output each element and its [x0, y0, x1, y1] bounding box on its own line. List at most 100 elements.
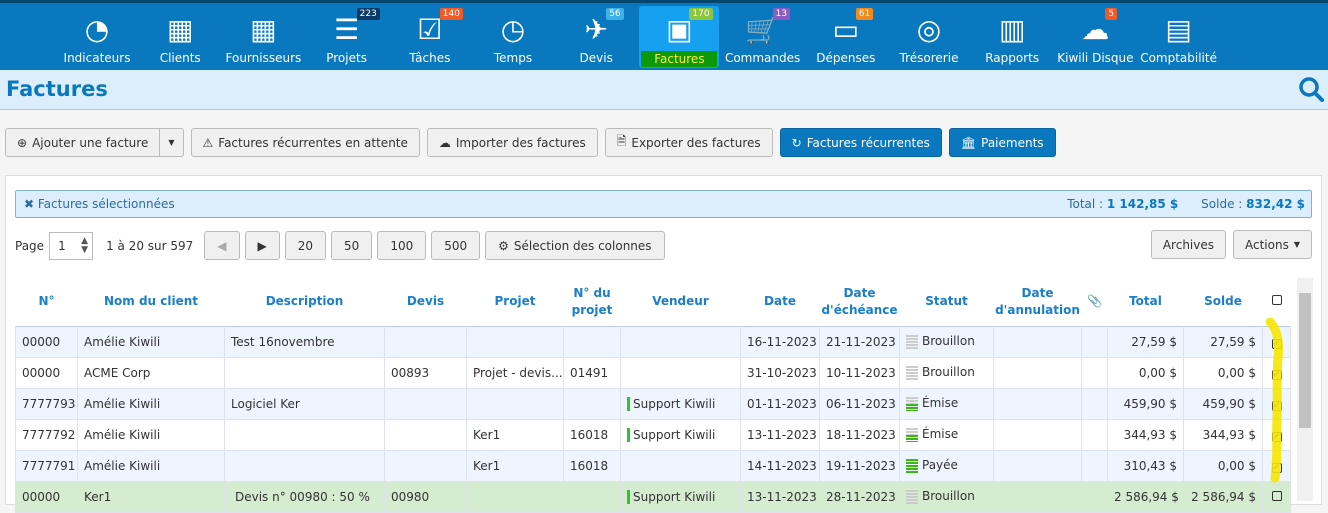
nav-item-projets[interactable]: ☰ 223 Projets: [307, 6, 387, 68]
column-selection-button[interactable]: ⚙ Sélection des colonnes: [485, 231, 665, 260]
column-header[interactable]: N° du projet: [564, 278, 621, 326]
column-header[interactable]: 📎: [1082, 278, 1108, 326]
row-checkbox[interactable]: ✔: [1271, 462, 1282, 473]
recurring-button[interactable]: ↻ Factures récurrentes: [779, 128, 942, 157]
row-checkbox[interactable]: ✔: [1271, 400, 1282, 411]
select-all-checkbox[interactable]: [1271, 295, 1282, 306]
row-checkbox[interactable]: ✔: [1271, 431, 1282, 442]
nav-label: Devis: [579, 51, 613, 65]
nav-item-temps[interactable]: ◷ Temps: [473, 6, 553, 68]
page-size-50[interactable]: 50: [331, 231, 373, 260]
cell-nprojet: [563, 480, 621, 513]
cell-statut: Brouillon: [899, 356, 994, 389]
cell-date: 13-11-2023: [740, 480, 820, 513]
archives-button[interactable]: Archives: [1150, 230, 1226, 259]
cell-desc: Test 16novembre: [224, 325, 385, 358]
nav-badge: 170: [689, 8, 713, 20]
column-header[interactable]: Description: [225, 278, 385, 326]
search-icon[interactable]: [1298, 76, 1324, 102]
column-header[interactable]: Devis: [385, 278, 467, 326]
actions-button[interactable]: Actions ▼: [1233, 230, 1312, 259]
nav-item-indicateurs[interactable]: ◔ Indicateurs: [57, 6, 137, 68]
cell-select[interactable]: ✔: [1262, 418, 1291, 451]
status-label: Émise: [922, 396, 959, 411]
cell-select[interactable]: ✔: [1262, 356, 1291, 389]
cell-vendeur: [620, 356, 741, 389]
stepper-arrows-icon[interactable]: ▲ ▼: [81, 236, 88, 255]
cell-devis: [384, 325, 467, 358]
status-label: Émise: [922, 427, 959, 442]
export-button[interactable]: 🗎 Exporter des factures: [604, 128, 773, 157]
cell-select[interactable]: ✔: [1262, 387, 1291, 420]
add-invoice-dropdown[interactable]: ▼: [160, 128, 184, 157]
add-invoice-label: Ajouter une facture: [32, 135, 149, 150]
table-row[interactable]: 7777791 Amélie Kiwili Ker1 16018 14-11-2023 1…: [15, 449, 1291, 482]
column-header[interactable]: Solde: [1184, 278, 1263, 326]
nav-item-trésorerie[interactable]: ◎ Trésorerie: [889, 6, 969, 68]
column-header[interactable]: Date d'échéance: [820, 278, 900, 326]
cell-select[interactable]: ✔: [1262, 325, 1291, 358]
column-header[interactable]: Date d'annulation: [994, 278, 1082, 326]
cell-desc: [224, 418, 385, 451]
table-row[interactable]: 7777792 Amélie Kiwili Ker1 16018 Support Kiw…: [15, 418, 1291, 451]
column-header[interactable]: Projet: [467, 278, 564, 326]
next-page-button[interactable]: ▶: [244, 231, 280, 260]
table-scrollbar[interactable]: [1297, 278, 1313, 501]
table-row[interactable]: 00000 Ker1 Devis n° 00980 : 50 % 00980 Suppo…: [15, 480, 1291, 513]
nav-item-tâches[interactable]: ☑ 140 Tâches: [390, 6, 470, 68]
row-checkbox[interactable]: ✔: [1271, 369, 1282, 380]
nav-item-kiwili-disque[interactable]: ☁ 5 Kiwili Disque: [1055, 6, 1135, 68]
title-bar: Factures: [0, 70, 1328, 110]
cell-annul: [993, 418, 1082, 451]
page-size-100[interactable]: 100: [377, 231, 427, 260]
cell-select[interactable]: ✔: [1262, 449, 1291, 482]
column-header[interactable]: [1263, 278, 1291, 326]
caret-down-icon: ▼: [168, 138, 175, 147]
nav-item-dépenses[interactable]: ▭ 61 Dépenses: [806, 6, 886, 68]
building-icon: ▦: [250, 12, 277, 46]
cell-nprojet: 01491: [563, 356, 621, 389]
cell-statut: Émise: [899, 387, 994, 420]
column-header[interactable]: Date: [741, 278, 820, 326]
prev-page-button[interactable]: ◀: [204, 231, 240, 260]
column-header[interactable]: Statut: [900, 278, 994, 326]
cell-projet: Ker1: [466, 449, 564, 482]
cell-nprojet: [563, 325, 621, 358]
cell-select[interactable]: [1262, 480, 1291, 513]
nav-item-comptabilité[interactable]: ▤ Comptabilité: [1139, 6, 1219, 68]
nav-item-fournisseurs[interactable]: ▦ Fournisseurs: [223, 6, 303, 68]
nav-item-rapports[interactable]: ▥ Rapports: [972, 6, 1052, 68]
table-row[interactable]: 00000 Amélie Kiwili Test 16novembre 16-11-2…: [15, 325, 1291, 358]
clear-selection[interactable]: ✖ Factures sélectionnées: [24, 197, 175, 211]
table-row[interactable]: 7777793 Amélie Kiwili Logiciel Ker Support …: [15, 387, 1291, 420]
payments-button[interactable]: 🏛 Paiements: [948, 128, 1056, 157]
page-range: 1 à 20 sur 597: [106, 238, 194, 253]
add-invoice-button[interactable]: ⊕ Ajouter une facture: [5, 128, 161, 157]
cell-desc: Logiciel Ker: [224, 387, 385, 420]
nav-badge: 56: [606, 8, 624, 20]
page-size-500[interactable]: 500: [431, 231, 481, 260]
table-row[interactable]: 00000 ACME Corp 00893 Projet - devis... 0149…: [15, 356, 1291, 389]
page-size-20[interactable]: 20: [284, 231, 327, 260]
nav-item-clients[interactable]: ▦ Clients: [140, 6, 220, 68]
page-title: Factures: [6, 77, 108, 101]
column-header[interactable]: N°: [16, 278, 78, 326]
column-header[interactable]: Total: [1108, 278, 1184, 326]
row-checkbox[interactable]: [1271, 490, 1282, 501]
cell-ech: 19-11-2023: [819, 449, 900, 482]
pending-recurring-button[interactable]: ⚠ Factures récurrentes en attente: [190, 128, 420, 157]
import-button[interactable]: ☁ Importer des factures: [426, 128, 598, 157]
bar-chart-icon: ▥: [998, 12, 1026, 46]
import-label: Importer des factures: [455, 135, 586, 150]
nav-item-factures[interactable]: ▣ 170 Factures: [639, 6, 720, 68]
cell-annul: [993, 325, 1082, 358]
row-checkbox[interactable]: ✔: [1271, 338, 1282, 349]
nav-item-devis[interactable]: ✈ 56 Devis: [556, 6, 636, 68]
page-stepper[interactable]: 1 ▲ ▼: [49, 231, 94, 260]
column-header[interactable]: Nom du client: [78, 278, 225, 326]
nav-item-commandes[interactable]: 🛒 13 Commandes: [723, 6, 803, 68]
column-header[interactable]: Vendeur: [621, 278, 741, 326]
cell-projet: Ker1: [466, 418, 564, 451]
cell-desc: Devis n° 00980 : 50 %: [224, 480, 385, 513]
scrollbar-thumb[interactable]: [1299, 293, 1311, 428]
